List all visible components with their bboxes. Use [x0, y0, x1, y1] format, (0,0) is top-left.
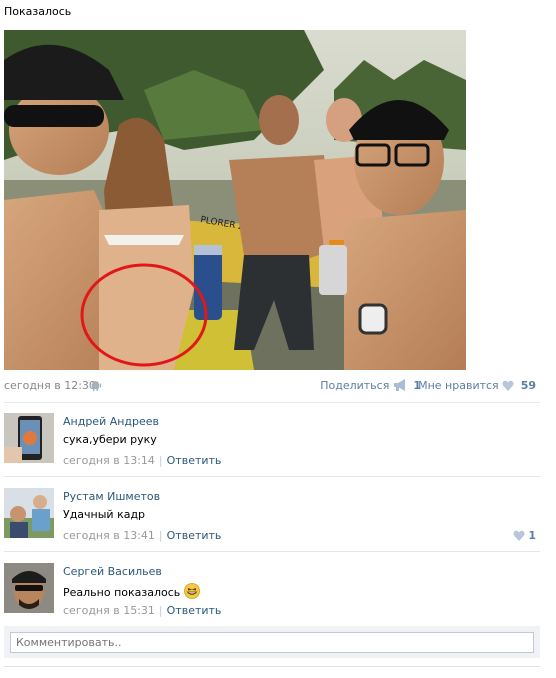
comment-like-button[interactable]: 1 [512, 529, 536, 542]
share-button[interactable]: Поделиться 1 [320, 379, 421, 392]
like-label: Мне нравится [418, 379, 499, 392]
comment-date[interactable]: сегодня в 13:14 [63, 454, 155, 467]
photo-illustration: PLORER 200 [4, 30, 466, 370]
reply-link[interactable]: Ответить [167, 604, 222, 617]
comment-date[interactable]: сегодня в 15:31 [63, 604, 155, 617]
comment-author[interactable]: Рустам Ишметов [63, 490, 160, 503]
comment-like-count: 1 [528, 529, 536, 542]
post-meta: сегодня в 12:30 Поделиться 1 Мне нравитс… [4, 378, 536, 394]
comment-item: Андрей Андреев сука,убери руку сегодня в… [4, 413, 540, 473]
divider [4, 551, 540, 552]
reply-link[interactable]: Ответить [167, 529, 222, 542]
reply-link[interactable]: Ответить [167, 454, 222, 467]
comment-item: Сергей Васильев Реально показалось сегод… [4, 563, 540, 623]
comment-item: Рустам Ишметов Удачный кадр сегодня в 13… [4, 488, 540, 548]
heart-icon [502, 380, 514, 391]
comment-text: Удачный кадр [63, 508, 146, 521]
comment-author[interactable]: Сергей Васильев [63, 565, 162, 578]
avatar[interactable] [4, 488, 54, 538]
comment-author[interactable]: Андрей Андреев [63, 415, 159, 428]
comment-meta: сегодня в 13:41 | Ответить [63, 529, 222, 542]
post-title: Показалось [4, 5, 72, 18]
avatar[interactable] [4, 413, 54, 463]
avatar[interactable] [4, 563, 54, 613]
android-icon [90, 381, 101, 391]
megaphone-icon [393, 379, 405, 391]
grin-emoji-icon [184, 583, 201, 599]
share-label: Поделиться [320, 379, 390, 392]
divider [4, 476, 540, 477]
like-button[interactable]: Мне нравится 59 [418, 379, 536, 392]
divider [4, 402, 540, 403]
comment-date[interactable]: сегодня в 13:41 [63, 529, 155, 542]
comment-input[interactable] [10, 632, 534, 653]
comment-meta: сегодня в 15:31 | Ответить [63, 604, 222, 617]
like-count: 59 [520, 379, 536, 392]
comment-meta: сегодня в 13:14 | Ответить [63, 454, 222, 467]
post-date[interactable]: сегодня в 12:30 [4, 379, 96, 392]
divider [4, 666, 540, 667]
comment-text: Реально показалось [63, 583, 201, 599]
comment-text: сука,убери руку [63, 433, 157, 446]
comment-text-content: Реально показалось [63, 586, 181, 599]
comment-form [4, 626, 540, 658]
heart-icon [512, 530, 525, 541]
post-photo[interactable]: PLORER 200 [4, 30, 466, 370]
